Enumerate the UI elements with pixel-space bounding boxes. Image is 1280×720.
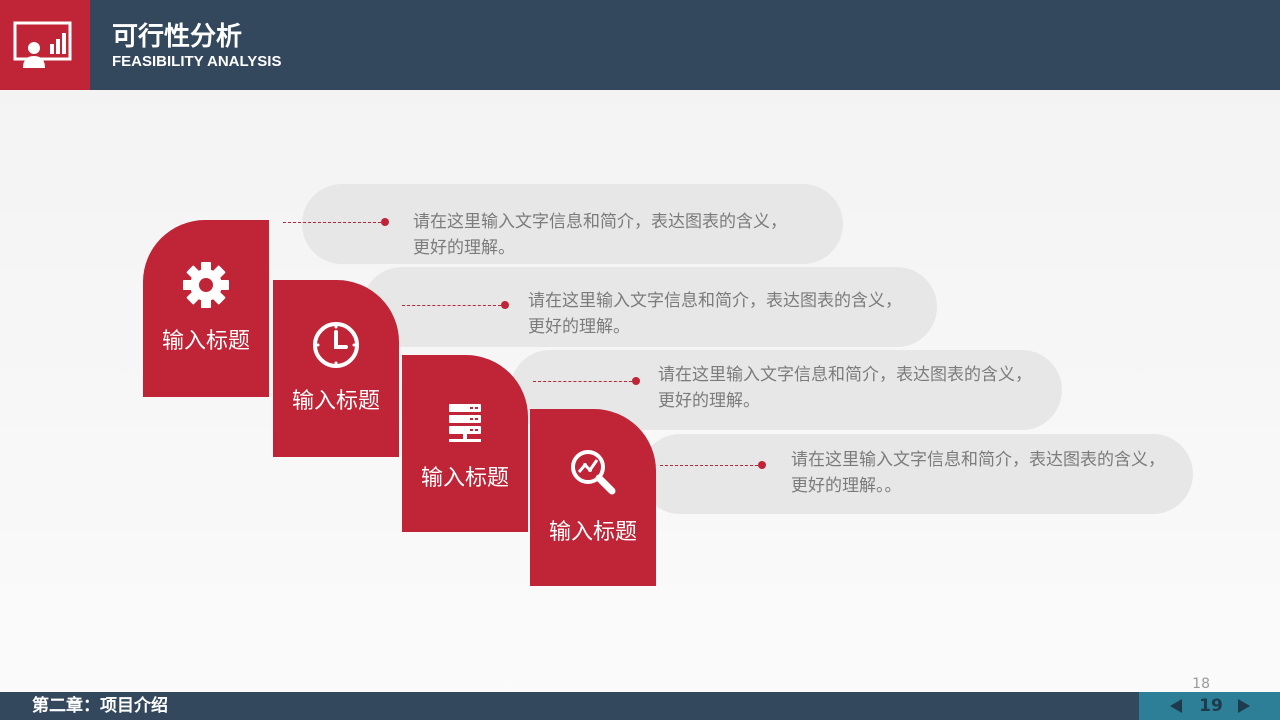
pager: 19 bbox=[1139, 692, 1280, 720]
connector-line-3 bbox=[533, 381, 632, 382]
item-text-4: 请在这里输入文字信息和简介，表达图表的含义，更好的理解。。 bbox=[791, 450, 1165, 496]
footer-bar: 第二章：项目介绍 bbox=[0, 692, 1280, 720]
item-text-3: 请在这里输入文字信息和简介，表达图表的含义，更好的理解。 bbox=[658, 365, 1032, 411]
title-card-3[interactable]: 输入标题 bbox=[402, 355, 528, 532]
title-card-1[interactable]: 输入标题 bbox=[143, 220, 269, 397]
connector-line-4 bbox=[660, 465, 758, 466]
prev-arrow-icon[interactable] bbox=[1169, 698, 1183, 714]
card-title-2: 输入标题 bbox=[291, 389, 380, 414]
connector-dot-3 bbox=[632, 377, 640, 385]
page-title: 可行性分析 bbox=[112, 22, 243, 52]
card-title-3: 输入标题 bbox=[420, 466, 509, 491]
page-number: 19 bbox=[1199, 696, 1223, 716]
connector-line-1 bbox=[283, 222, 381, 223]
card-title-1: 输入标题 bbox=[161, 329, 250, 354]
connector-dot-1 bbox=[381, 218, 389, 226]
next-arrow-icon[interactable] bbox=[1237, 698, 1251, 714]
presentation-chart-icon bbox=[13, 21, 72, 68]
gear-icon bbox=[183, 262, 229, 308]
logo-box bbox=[0, 0, 90, 90]
page-subtitle: FEASIBILITY ANALYSIS bbox=[112, 53, 282, 70]
title-card-2[interactable]: 输入标题 bbox=[273, 280, 399, 457]
item-text-1: 请在这里输入文字信息和简介，表达图表的含义，更好的理解。 bbox=[413, 212, 787, 258]
connector-dot-2 bbox=[501, 301, 509, 309]
search-chart-icon bbox=[571, 450, 616, 495]
item-text-2: 请在这里输入文字信息和简介，表达图表的含义，更好的理解。 bbox=[528, 291, 902, 337]
connector-dot-4 bbox=[758, 461, 766, 469]
connector-line-2 bbox=[402, 305, 501, 306]
slide-number: 18 bbox=[1192, 676, 1210, 692]
server-icon bbox=[449, 404, 481, 442]
header-bar: 可行性分析 FEASIBILITY ANALYSIS bbox=[0, 0, 1280, 90]
chapter-label: 第二章：项目介绍 bbox=[32, 696, 168, 716]
clock-icon bbox=[313, 322, 359, 368]
title-card-4[interactable]: 输入标题 bbox=[530, 409, 656, 586]
card-title-4: 输入标题 bbox=[548, 520, 637, 545]
